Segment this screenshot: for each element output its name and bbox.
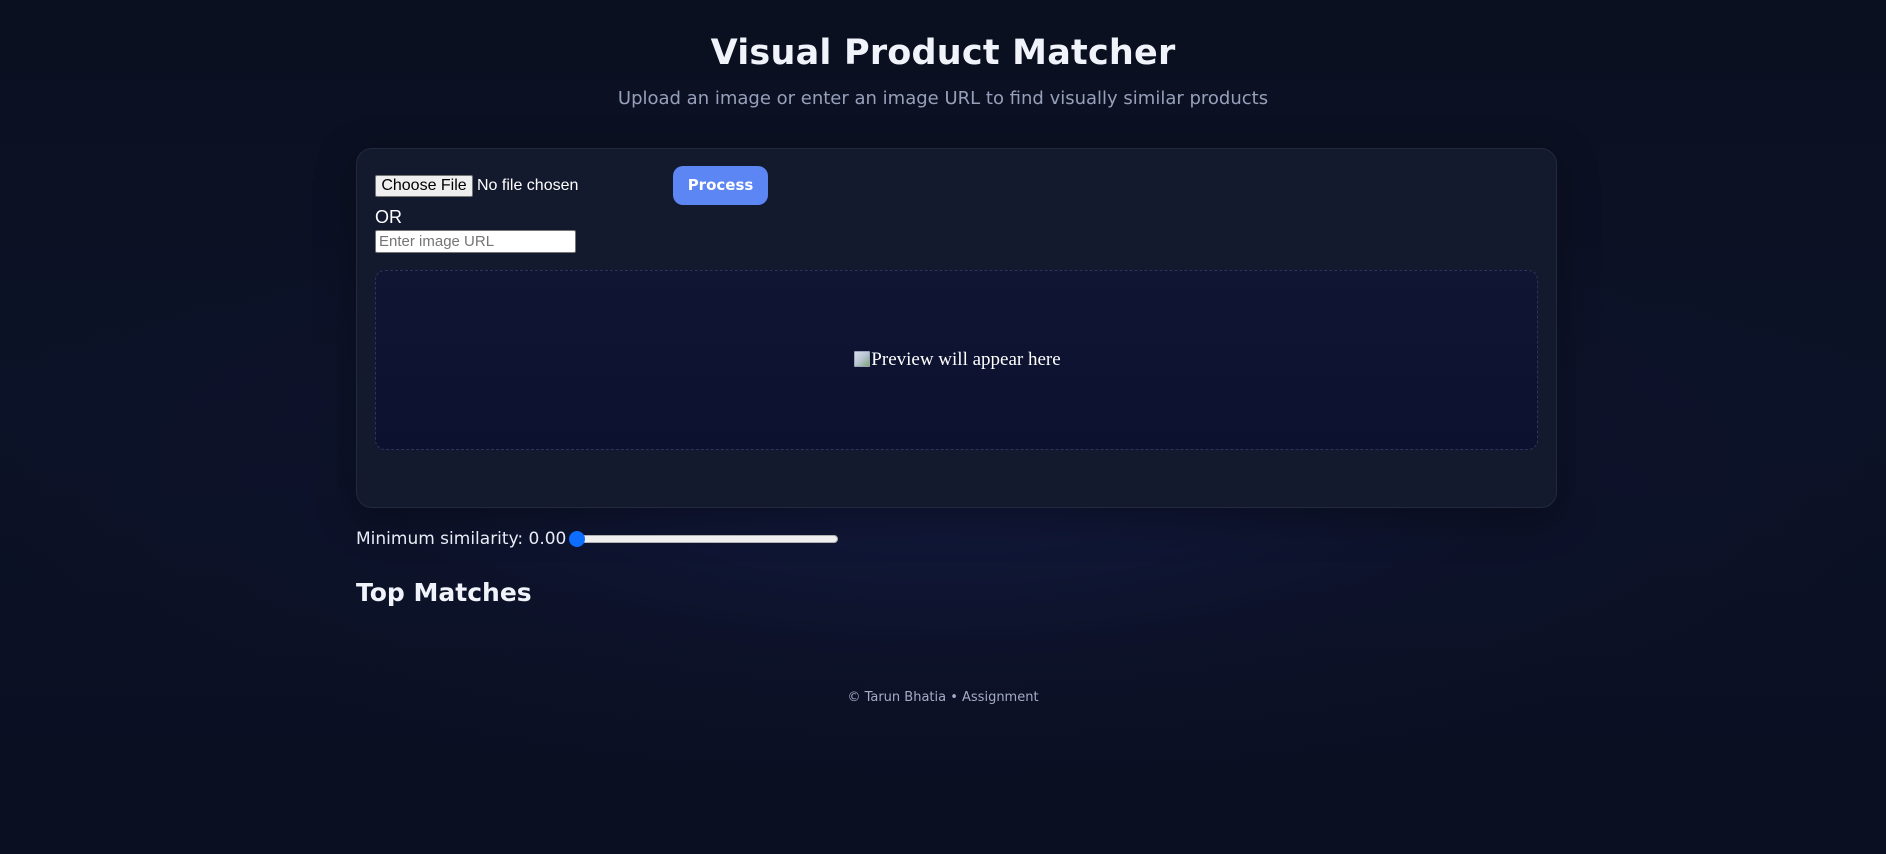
page-title: Visual Product Matcher: [710, 33, 1176, 73]
choose-file-button[interactable]: Choose File: [375, 175, 473, 197]
top-matches-heading: Top Matches: [356, 578, 532, 607]
page-subtitle: Upload an image or enter an image URL to…: [617, 88, 1269, 109]
broken-image-icon: [854, 351, 871, 367]
file-status-text: No file chosen: [477, 177, 579, 194]
similarity-slider-thumb[interactable]: [569, 531, 585, 547]
image-url-input[interactable]: [375, 230, 576, 253]
or-separator: OR: [375, 207, 402, 227]
process-button[interactable]: Process: [673, 166, 768, 205]
preview-alt-text: Preview will appear here: [871, 349, 1061, 370]
upload-card: Choose File No file chosen Process OR Pr…: [356, 148, 1557, 508]
preview-placeholder: Preview will appear here: [376, 349, 1539, 371]
preview-area: Preview will appear here: [375, 270, 1538, 450]
footer-credit: © Tarun Bhatia • Assignment: [847, 690, 1039, 705]
similarity-label: Minimum similarity: 0.00: [356, 529, 567, 549]
similarity-slider-track[interactable]: [570, 535, 838, 543]
